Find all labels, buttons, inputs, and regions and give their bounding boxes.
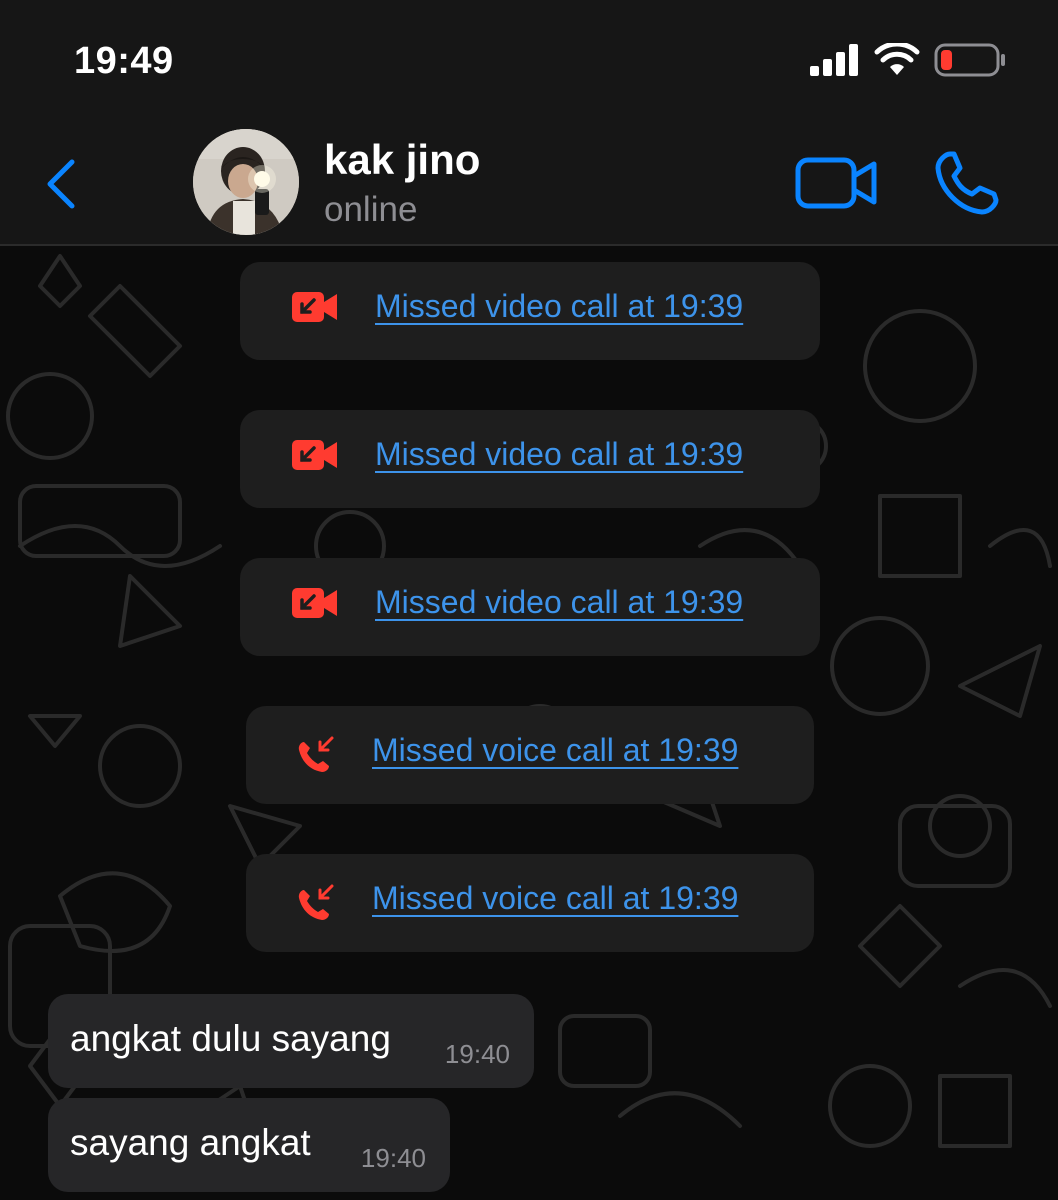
incoming-message-bubble[interactable]: angkat dulu sayang 19:40 xyxy=(48,994,534,1088)
missed-voice-call-icon xyxy=(298,736,334,772)
avatar-photo xyxy=(193,129,299,235)
avatar[interactable] xyxy=(193,129,299,235)
back-button[interactable] xyxy=(38,156,86,212)
battery-low-icon xyxy=(934,43,1005,77)
missed-call-text[interactable]: Missed video call at 19:39 xyxy=(375,584,743,621)
message-time: 19:40 xyxy=(360,1143,426,1173)
missed-call-bubble[interactable]: Missed voice call at 19:39 xyxy=(246,854,814,952)
status-icons xyxy=(810,42,1006,78)
voice-call-button[interactable] xyxy=(932,148,1002,218)
incoming-message-bubble[interactable]: sayang angkat 19:40 xyxy=(48,1098,450,1192)
chat-header: kak jino online xyxy=(0,120,1058,246)
missed-call-text[interactable]: Missed video call at 19:39 xyxy=(375,288,743,325)
missed-call-text[interactable]: Missed video call at 19:39 xyxy=(375,436,743,473)
missed-call-text[interactable]: Missed voice call at 19:39 xyxy=(372,732,738,769)
missed-video-call-icon xyxy=(292,292,337,322)
message-text: angkat dulu sayang xyxy=(70,1018,391,1059)
chat-screen: 19:49 kak jino online Missed video call … xyxy=(0,0,1058,1200)
video-call-button[interactable] xyxy=(794,154,880,212)
chat-area[interactable]: Missed video call at 19:39 Missed video … xyxy=(0,246,1058,1200)
missed-video-call-icon xyxy=(292,588,337,618)
wifi-icon xyxy=(874,43,920,75)
contact-status: online xyxy=(324,190,418,229)
contact-name[interactable]: kak jino xyxy=(324,136,480,184)
missed-video-call-icon xyxy=(292,440,337,470)
missed-call-bubble[interactable]: Missed video call at 19:39 xyxy=(240,262,820,360)
missed-call-bubble[interactable]: Missed video call at 19:39 xyxy=(240,558,820,656)
missed-call-text[interactable]: Missed voice call at 19:39 xyxy=(372,880,738,917)
missed-call-bubble[interactable]: Missed video call at 19:39 xyxy=(240,410,820,508)
status-time: 19:49 xyxy=(74,40,174,82)
signal-icon xyxy=(810,44,858,76)
message-time: 19:40 xyxy=(444,1039,510,1069)
message-text: sayang angkat xyxy=(70,1122,311,1163)
missed-voice-call-icon xyxy=(298,884,334,920)
missed-call-bubble[interactable]: Missed voice call at 19:39 xyxy=(246,706,814,804)
status-bar: 19:49 xyxy=(0,0,1058,120)
